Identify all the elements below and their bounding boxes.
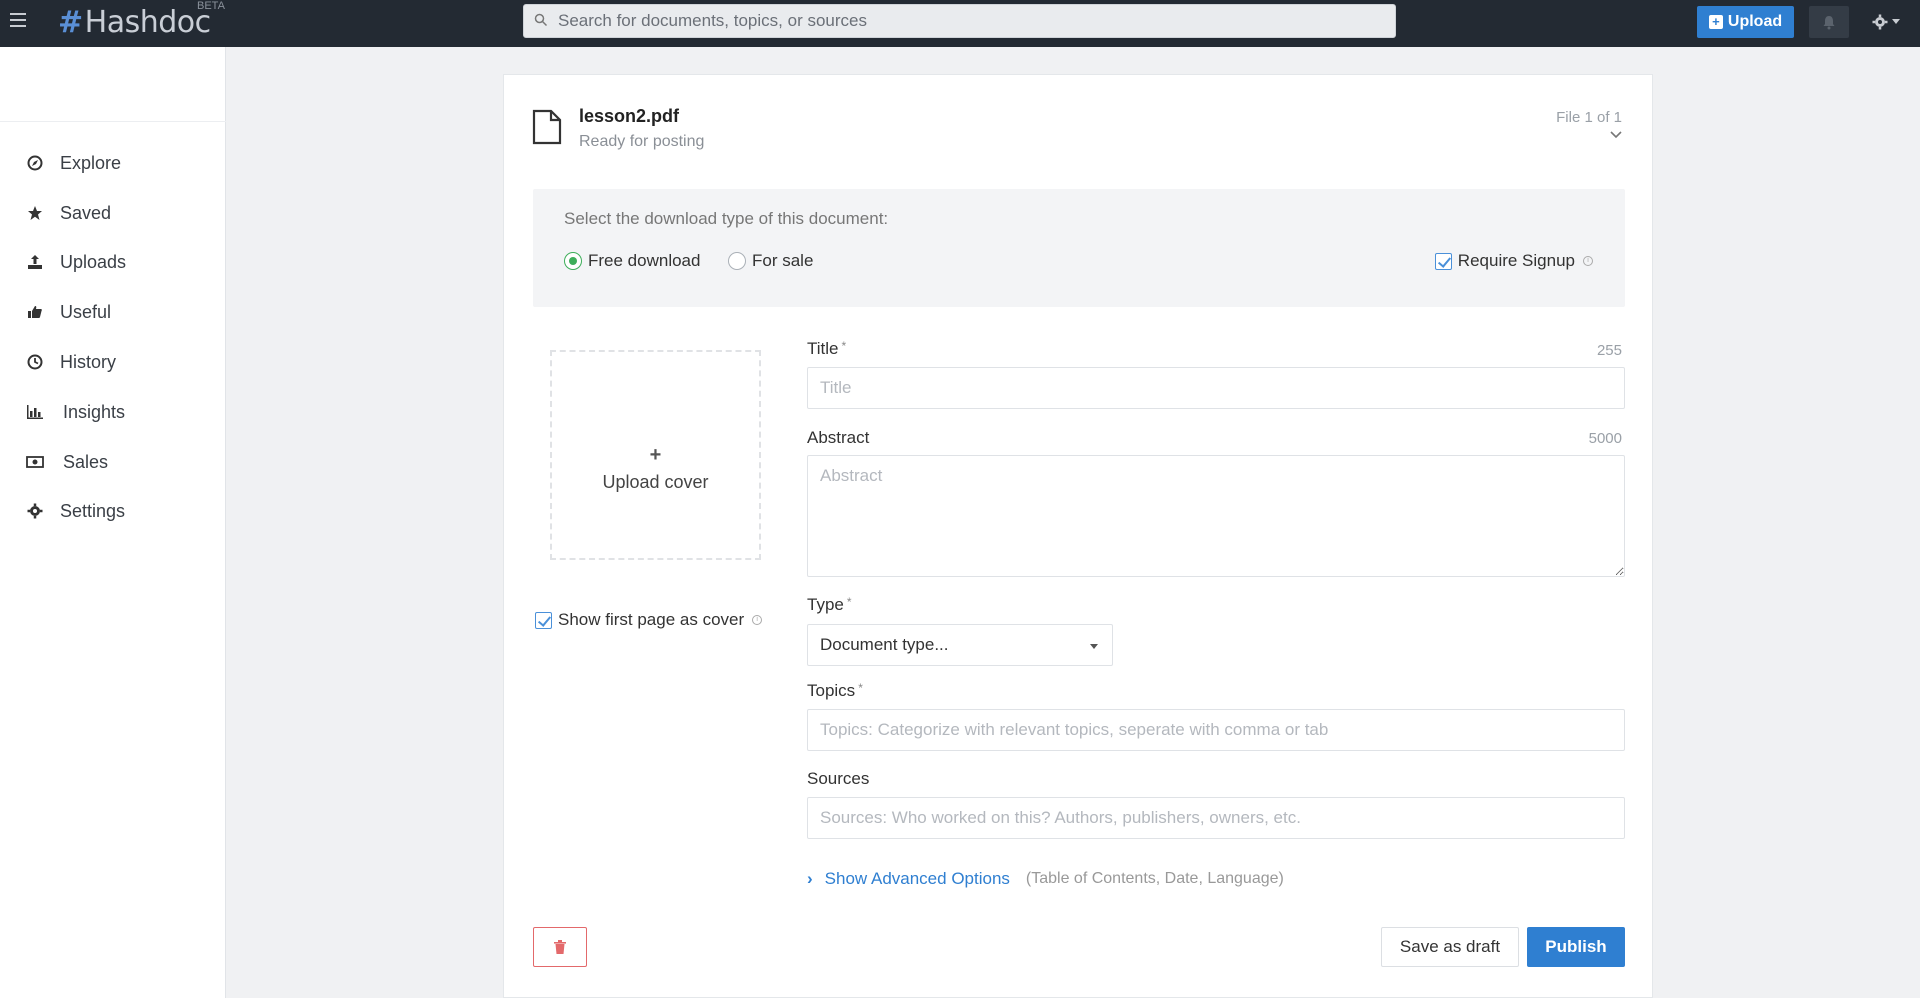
search-bar[interactable]	[523, 4, 1396, 38]
upload-button-label: Upload	[1727, 13, 1783, 30]
title-label-text: Title	[807, 339, 839, 358]
logo-hash: #	[58, 5, 83, 40]
sidebar-item-label: Insights	[63, 401, 126, 422]
sidebar-item-label: Uploads	[60, 251, 127, 272]
checkbox-checked-icon	[1434, 252, 1452, 270]
plus-icon: +	[1708, 15, 1723, 29]
caret-down-icon	[1090, 644, 1098, 649]
top-bar: #Hashdoc BETA + Upload	[0, 0, 1920, 47]
sidebar-item-insights[interactable]: Insights	[26, 397, 125, 427]
download-type-panel: Select the download type of this documen…	[533, 189, 1625, 307]
show-first-page-label: Show first page as cover	[558, 610, 745, 629]
required-mark: *	[841, 339, 847, 353]
radio-selected-icon	[564, 252, 582, 270]
type-label: Type *	[807, 595, 852, 615]
beta-badge: BETA	[197, 0, 225, 12]
advanced-options-hint: (Table of Contents, Date, Language)	[1025, 870, 1284, 887]
sources-input[interactable]	[807, 797, 1625, 839]
menu-icon[interactable]	[10, 13, 26, 27]
topics-label-text: Topics	[807, 681, 856, 700]
topics-label: Topics *	[807, 681, 863, 701]
sidebar-item-label: Settings	[60, 500, 126, 521]
save-as-draft-button[interactable]: Save as draft	[1381, 927, 1519, 967]
file-count: File 1 of 1	[1556, 109, 1622, 126]
sidebar-item-sales[interactable]: Sales	[26, 447, 108, 477]
bar-chart-icon	[26, 403, 44, 421]
sidebar: Explore Saved Uploads Useful History Ins…	[0, 47, 226, 998]
sidebar-item-useful[interactable]: Useful	[26, 297, 111, 327]
sidebar-item-settings[interactable]: Settings	[26, 496, 125, 526]
document-type-select[interactable]: Document type...	[807, 624, 1113, 666]
require-signup-checkbox[interactable]: Require Signup i	[1434, 251, 1593, 271]
show-first-page-checkbox[interactable]: Show first page as cover i	[535, 610, 763, 630]
settings-menu-button[interactable]	[1866, 10, 1906, 34]
abstract-char-limit: 5000	[1588, 430, 1622, 447]
topics-input[interactable]	[807, 709, 1625, 751]
required-mark: *	[858, 681, 863, 695]
sidebar-item-explore[interactable]: Explore	[26, 148, 121, 178]
document-type-value: Document type...	[820, 635, 949, 654]
gear-icon	[1872, 14, 1888, 30]
clock-icon	[26, 353, 44, 371]
trash-icon	[554, 940, 566, 954]
gear-icon	[26, 502, 44, 520]
sidebar-item-label: Explore	[60, 152, 122, 173]
advanced-options: › Show Advanced Options (Table of Conten…	[807, 869, 1284, 889]
star-icon	[26, 204, 44, 222]
document-icon	[532, 109, 562, 145]
show-advanced-options-link[interactable]: Show Advanced Options	[825, 869, 1010, 889]
search-input[interactable]	[558, 5, 1378, 37]
sidebar-item-label: History	[60, 351, 117, 372]
compass-icon	[26, 154, 44, 172]
chevron-down-icon[interactable]	[1610, 131, 1622, 139]
sidebar-item-label: Useful	[60, 301, 112, 322]
sidebar-item-history[interactable]: History	[26, 347, 116, 377]
upload-icon	[26, 253, 44, 271]
radio-label: Free download	[588, 251, 701, 270]
require-signup-label: Require Signup	[1457, 251, 1575, 270]
money-icon	[26, 453, 44, 471]
file-status: Ready for posting	[579, 133, 705, 150]
delete-button[interactable]	[533, 927, 587, 967]
search-icon	[534, 13, 548, 27]
title-label: Title *	[807, 339, 846, 359]
upload-cover-label: Upload cover	[602, 472, 709, 492]
notifications-button[interactable]	[1809, 6, 1849, 38]
checkbox-checked-icon	[535, 611, 552, 629]
radio-unselected-icon	[728, 252, 746, 270]
logo[interactable]: #Hashdoc	[58, 5, 211, 40]
download-type-prompt: Select the download type of this documen…	[564, 209, 889, 228]
publish-button[interactable]: Publish	[1527, 927, 1625, 967]
sidebar-item-label: Saved	[60, 202, 112, 223]
required-mark: *	[846, 595, 852, 609]
sources-label: Sources	[807, 769, 870, 788]
info-icon[interactable]: i	[752, 615, 763, 625]
bell-icon	[1823, 15, 1835, 29]
abstract-label: Abstract	[807, 428, 870, 447]
caret-down-icon	[1892, 19, 1900, 24]
abstract-textarea[interactable]	[807, 455, 1625, 577]
upload-cover-dropzone[interactable]: + Upload cover	[550, 350, 761, 560]
title-char-limit: 255	[1596, 342, 1622, 359]
sidebar-item-label: Sales	[63, 451, 109, 472]
type-label-text: Type	[807, 595, 844, 614]
sidebar-item-saved[interactable]: Saved	[26, 198, 111, 228]
plus-icon: +	[649, 444, 662, 466]
sidebar-divider	[0, 121, 226, 122]
upload-button[interactable]: + Upload	[1697, 6, 1794, 38]
file-name: lesson2.pdf	[579, 106, 680, 126]
chevron-right-icon[interactable]: ›	[807, 869, 813, 889]
radio-free-download[interactable]: Free download	[564, 251, 700, 271]
radio-label: For sale	[752, 251, 814, 270]
sidebar-item-uploads[interactable]: Uploads	[26, 247, 126, 277]
title-input[interactable]	[807, 367, 1625, 409]
thumbs-up-icon	[26, 303, 44, 321]
upload-form-card: lesson2.pdf Ready for posting File 1 of …	[503, 74, 1653, 998]
radio-for-sale[interactable]: For sale	[728, 251, 813, 271]
logo-text: Hashdoc	[84, 5, 211, 40]
info-icon[interactable]: i	[1583, 256, 1593, 266]
